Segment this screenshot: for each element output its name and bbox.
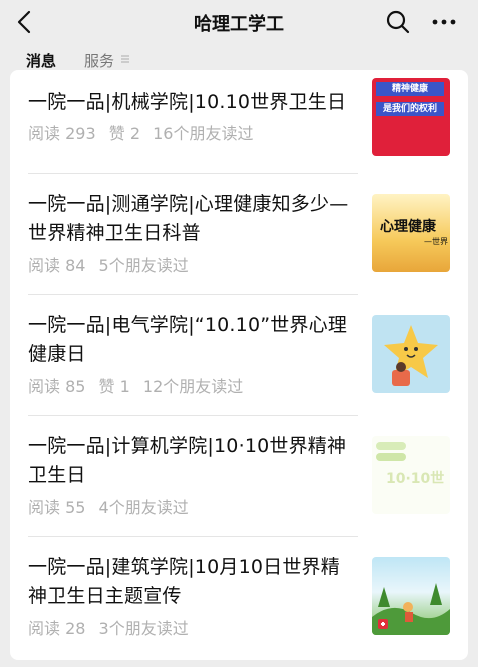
friends-read: 4个朋友读过	[98, 498, 189, 517]
article-title[interactable]: 一院一品|建筑学院|10月10日世界精神卫生日主题宣传	[28, 553, 356, 611]
article-item[interactable]: 一院一品|建筑学院|10月10日世界精神卫生日主题宣传 阅读 28 3个朋友读过	[10, 537, 468, 660]
tab-services[interactable]: 服务	[84, 50, 114, 71]
friends-read: 12个朋友读过	[142, 377, 244, 396]
article-item[interactable]: 一院一品|机械学院|10.10世界卫生日 阅读 293 赞 2 16个朋友读过 …	[10, 70, 468, 173]
article-thumbnail[interactable]: 10·10世	[372, 436, 450, 514]
article-item[interactable]: 一院一品|计算机学院|10·10世界精神卫生日 阅读 55 4个朋友读过 10·…	[10, 416, 468, 536]
article-item[interactable]: 一院一品|测通学院|心理健康知多少—世界精神卫生日科普 阅读 84 5个朋友读过…	[10, 174, 468, 294]
menu-lines-icon	[121, 55, 129, 63]
like-count: 赞 1	[98, 377, 130, 396]
article-title[interactable]: 一院一品|机械学院|10.10世界卫生日	[28, 88, 356, 117]
article-thumbnail[interactable]: 精神健康 是我们的权利	[372, 78, 450, 156]
article-meta: 阅读 28 3个朋友读过	[28, 615, 197, 639]
article-meta: 阅读 85 赞 1 12个朋友读过	[28, 373, 251, 397]
read-count: 阅读 293	[28, 124, 96, 143]
thumbnail-caption: 10·10世	[386, 471, 445, 487]
article-title[interactable]: 一院一品|计算机学院|10·10世界精神卫生日	[28, 432, 356, 490]
article-thumbnail[interactable]	[372, 557, 450, 635]
friends-read: 5个朋友读过	[98, 256, 189, 275]
thumbnail-caption: —世界	[424, 237, 448, 246]
article-meta: 阅读 293 赞 2 16个朋友读过	[28, 120, 261, 144]
article-item[interactable]: 一院一品|电气学院|“10.10”世界心理健康日 阅读 85 赞 1 12个朋友…	[10, 295, 468, 415]
read-count: 阅读 55	[28, 498, 86, 517]
thumbnail-caption: 是我们的权利	[376, 102, 444, 116]
tab-messages[interactable]: 消息	[26, 50, 56, 71]
read-count: 阅读 85	[28, 377, 86, 396]
friends-read: 3个朋友读过	[98, 619, 189, 638]
friends-read: 16个朋友读过	[153, 124, 254, 143]
illustration-icon	[372, 583, 450, 635]
read-count: 阅读 28	[28, 619, 86, 638]
thumbnail-caption: 心理健康	[380, 219, 436, 235]
top-bar: 哈理工学工	[0, 0, 478, 44]
article-list-card: 一院一品|机械学院|10.10世界卫生日 阅读 293 赞 2 16个朋友读过 …	[10, 70, 468, 660]
more-dots-icon[interactable]	[430, 10, 458, 34]
illustration-icon	[384, 325, 438, 386]
article-thumbnail[interactable]: 心理健康 —世界	[372, 194, 450, 272]
article-title[interactable]: 一院一品|电气学院|“10.10”世界心理健康日	[28, 311, 356, 369]
article-meta: 阅读 55 4个朋友读过	[28, 494, 197, 518]
read-count: 阅读 84	[28, 256, 86, 275]
article-meta: 阅读 84 5个朋友读过	[28, 252, 197, 276]
search-icon[interactable]	[385, 9, 411, 35]
article-title[interactable]: 一院一品|测通学院|心理健康知多少—世界精神卫生日科普	[28, 190, 356, 248]
article-thumbnail[interactable]	[372, 315, 450, 393]
like-count: 赞 2	[108, 124, 141, 143]
thumbnail-caption: 精神健康	[376, 82, 444, 96]
